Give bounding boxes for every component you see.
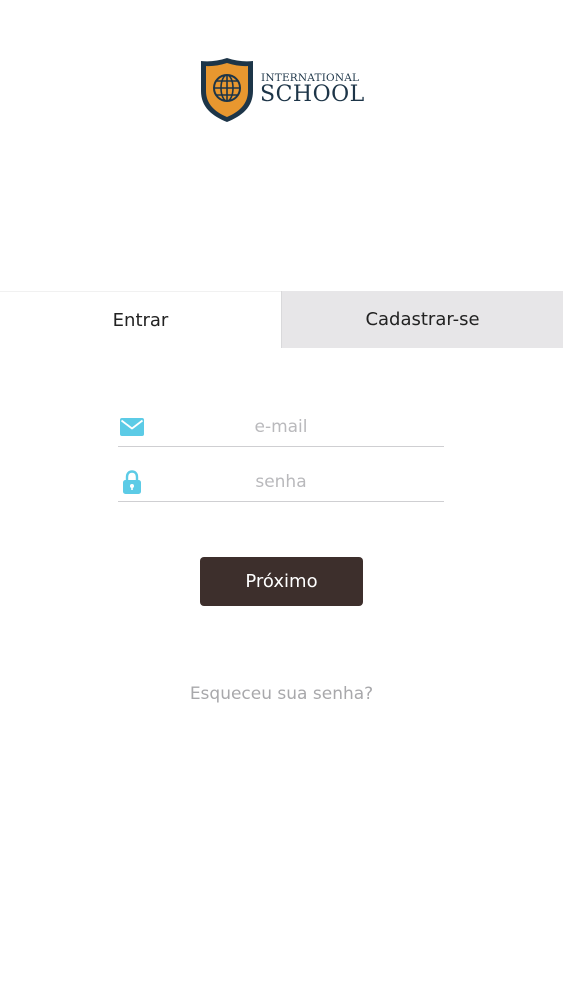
school-logo: INTERNATIONAL SCHOOL [200, 57, 365, 123]
forgot-password-link[interactable]: Esqueceu sua senha? [0, 684, 563, 704]
next-button[interactable]: Próximo [200, 557, 363, 606]
lock-icon [123, 470, 141, 494]
mail-icon [120, 418, 144, 436]
tab-entrar[interactable]: Entrar [0, 291, 281, 348]
logo-text-school: SCHOOL [260, 82, 365, 107]
tab-cadastrar-se-label: Cadastrar-se [365, 309, 480, 330]
email-field [118, 405, 444, 447]
password-field [118, 460, 444, 502]
auth-tabs: Entrar Cadastrar-se [0, 291, 563, 348]
tab-cadastrar-se[interactable]: Cadastrar-se [281, 291, 563, 348]
email-input[interactable] [154, 413, 444, 441]
tab-entrar-label: Entrar [112, 309, 169, 331]
password-input[interactable] [154, 468, 444, 496]
globe-shield-icon [201, 58, 253, 122]
